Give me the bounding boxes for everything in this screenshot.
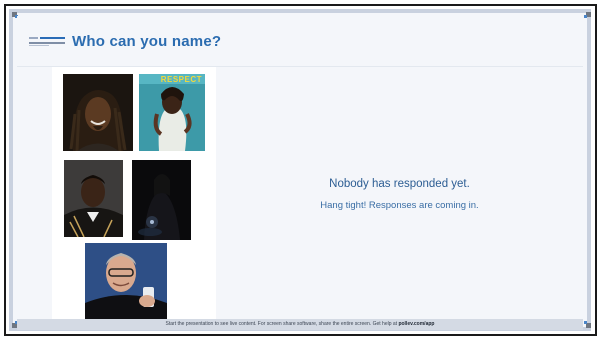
portrait-photo-5 <box>85 243 167 319</box>
portrait-photo-3 <box>64 160 123 237</box>
help-link[interactable]: pollev.com/app <box>398 321 434 327</box>
portrait-photo-1 <box>63 74 133 151</box>
resize-handle-bottom-right[interactable] <box>584 321 591 328</box>
album-cover-photo-2: RESPECT <box>139 74 205 151</box>
portrait-photo-4 <box>132 160 191 240</box>
poll-everywhere-logo <box>29 37 69 47</box>
poll-title: Who can you name? <box>72 33 222 50</box>
empty-state-title: Nobody has responded yet. <box>329 178 470 190</box>
empty-state-subtitle: Hang tight! Responses are coming in. <box>320 200 479 211</box>
album-title-text: RESPECT <box>160 75 202 84</box>
footer-text: Start the presentation to see live conte… <box>165 321 398 327</box>
slide-header: Who can you name? <box>17 16 583 67</box>
resize-handle-top-right[interactable] <box>584 12 591 19</box>
photo-collage: RESPECT <box>52 67 216 319</box>
empty-state: Nobody has responded yet. Hang tight! Re… <box>216 165 583 211</box>
footer-bar: Start the presentation to see live conte… <box>17 319 583 330</box>
